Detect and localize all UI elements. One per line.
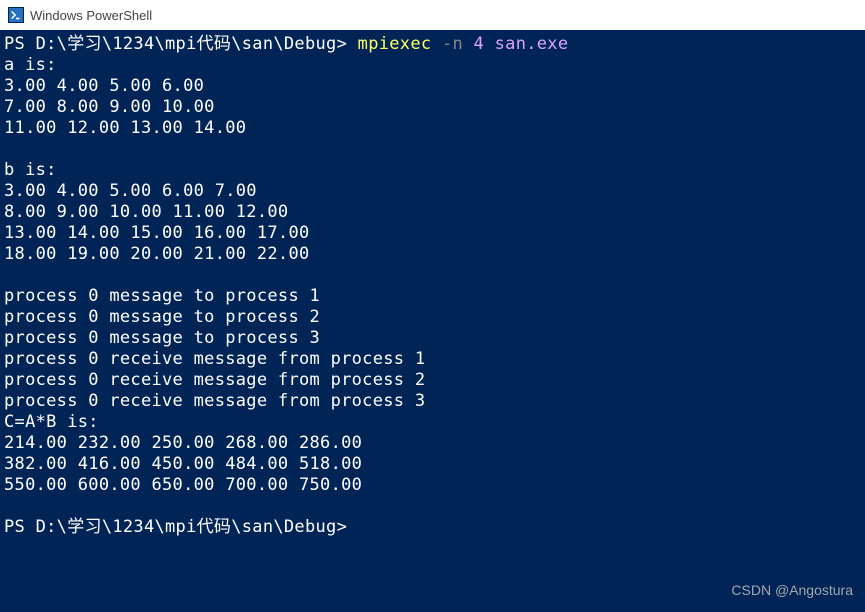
- output-line: b is:: [4, 160, 57, 180]
- output-line: process 0 message to process 1: [4, 286, 320, 306]
- output-line: 18.00 19.00 20.00 21.00 22.00: [4, 244, 310, 264]
- powershell-icon: [8, 7, 24, 23]
- output-line: process 0 receive message from process 3: [4, 391, 425, 411]
- output-line: 214.00 232.00 250.00 268.00 286.00: [4, 433, 362, 453]
- terminal-area[interactable]: PS D:\学习\1234\mpi代码\san\Debug> mpiexec -…: [0, 30, 865, 612]
- prompt-path: D:\学习\1234\mpi代码\san\Debug>: [36, 517, 358, 537]
- window-title: Windows PowerShell: [30, 8, 152, 23]
- command-flag: -n: [442, 34, 463, 54]
- output-line: 3.00 4.00 5.00 6.00 7.00: [4, 181, 257, 201]
- output-line: C=A*B is:: [4, 412, 99, 432]
- prompt-path: D:\学习\1234\mpi代码\san\Debug>: [36, 34, 358, 54]
- command-arg: san.exe: [495, 34, 569, 54]
- command-num: 4: [463, 34, 495, 54]
- output-line: a is:: [4, 55, 57, 75]
- command: mpiexec: [358, 34, 442, 54]
- output-line: process 0 message to process 3: [4, 328, 320, 348]
- output-line: process 0 receive message from process 1: [4, 349, 425, 369]
- output-line: 13.00 14.00 15.00 16.00 17.00: [4, 223, 310, 243]
- prompt-ps: PS: [4, 34, 36, 54]
- title-bar[interactable]: Windows PowerShell: [0, 0, 865, 30]
- output-line: 3.00 4.00 5.00 6.00: [4, 76, 204, 96]
- output-line: process 0 receive message from process 2: [4, 370, 425, 390]
- watermark-text: CSDN @Angostura: [731, 582, 853, 598]
- output-line: process 0 message to process 2: [4, 307, 320, 327]
- output-line: 382.00 416.00 450.00 484.00 518.00: [4, 454, 362, 474]
- output-line: 8.00 9.00 10.00 11.00 12.00: [4, 202, 288, 222]
- output-line: 7.00 8.00 9.00 10.00: [4, 97, 215, 117]
- output-line: 11.00 12.00 13.00 14.00: [4, 118, 246, 138]
- output-line: 550.00 600.00 650.00 700.00 750.00: [4, 475, 362, 495]
- prompt-ps: PS: [4, 517, 36, 537]
